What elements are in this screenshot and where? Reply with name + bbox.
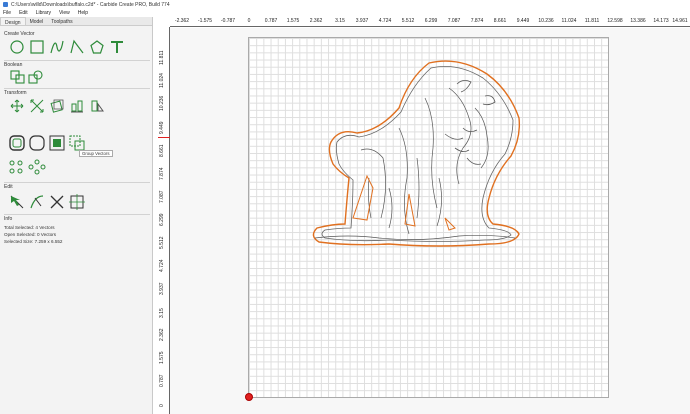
ruler-x-label: 14.961 [672, 18, 688, 24]
ruler-y-label: 6.299 [159, 213, 165, 226]
create-vector-title: Create Vector [4, 31, 35, 37]
menu-help[interactable]: Help [78, 10, 88, 16]
tab-toolpaths[interactable]: Toolpaths [47, 17, 76, 25]
ruler-y-label: 9.449 [159, 121, 165, 134]
tab-model[interactable]: Model [26, 17, 48, 25]
transform-section: Transform [4, 90, 150, 98]
menu-edit[interactable]: Edit [19, 10, 28, 16]
text-icon[interactable] [109, 39, 125, 55]
offset-icon[interactable] [8, 134, 26, 152]
ruler-y-label: 8.661 [159, 144, 165, 157]
boolean-title: Boolean [4, 62, 23, 68]
tooltip-group-vectors: Group Vectors [79, 150, 113, 157]
union-icon[interactable] [27, 69, 45, 85]
trim-icon[interactable] [28, 193, 46, 211]
divider [4, 88, 150, 89]
origin-icon[interactable] [245, 393, 253, 401]
ruler-x-label: 9.449 [516, 18, 530, 24]
mirror-icon[interactable] [89, 98, 105, 114]
ruler-y-label: 7.874 [159, 167, 165, 180]
ruler-x-label: 7.087 [447, 18, 461, 24]
tab-design[interactable]: Design [0, 17, 26, 26]
ruler-left: 11.811 11.024 10.236 9.449 8.661 7.874 7… [154, 27, 170, 414]
ruler-y-label: 11.811 [159, 50, 165, 65]
ruler-x-label: 13.386 [630, 18, 646, 24]
info-open-selected: Open Selected: 0 Vectors [4, 232, 57, 237]
ruler-y-label: 2.362 [159, 328, 165, 341]
fillet-icon[interactable] [28, 134, 46, 152]
ruler-x-label: 14.173 [653, 18, 669, 24]
info-section: Info Total Selected: 4 Vectors Open Sele… [4, 216, 150, 245]
ruler-y-label: 0.787 [159, 374, 165, 387]
stock-grid[interactable] [248, 37, 609, 398]
ruler-y-label: 10.236 [159, 95, 165, 111]
ruler-x-label: 11.811 [584, 18, 600, 24]
edit-section: Edit [4, 184, 150, 192]
node-edit-icon[interactable] [8, 193, 26, 211]
ruler-x-label: 3.937 [355, 18, 369, 24]
menu-view[interactable]: View [59, 10, 70, 16]
menu-bar: File Edit Library View Help [0, 9, 690, 17]
ruler-x-label: 11.024 [561, 18, 577, 24]
info-selected-size: Selected Size: 7.259 x 6.552 [4, 239, 63, 244]
ruler-x-label: 2.362 [309, 18, 323, 24]
weld-icon[interactable] [9, 69, 27, 85]
ruler-x-label: 0.787 [264, 18, 278, 24]
join-icon[interactable] [68, 193, 86, 211]
rectangle-icon[interactable] [29, 39, 45, 55]
divider [4, 182, 150, 183]
ruler-x-label: 5.512 [401, 18, 415, 24]
ruler-x-label: 7.874 [470, 18, 484, 24]
edit-title: Edit [4, 184, 13, 190]
scale-icon[interactable] [29, 98, 45, 114]
ruler-x-label: 12.598 [607, 18, 623, 24]
divider [4, 60, 150, 61]
menu-library[interactable]: Library [36, 10, 51, 16]
design-sidebar: Design Model Toolpaths Create Vector Boo… [0, 17, 153, 414]
ruler-y-label: 4.724 [159, 259, 165, 272]
menu-file[interactable]: File [3, 10, 11, 16]
info-total-selected: Total Selected: 4 Vectors [4, 225, 55, 230]
buffalo-vectors[interactable] [249, 38, 610, 399]
ruler-corner [154, 17, 170, 27]
divider [4, 214, 150, 215]
window-title: C:\Users\willd\Downloads\buffalo.c2d* - … [11, 1, 170, 8]
circle-icon[interactable] [9, 39, 25, 55]
ruler-y-label: 1.575 [159, 351, 165, 364]
ruler-x-label: -2.362 [174, 18, 190, 24]
ruler-y-label: 7.087 [159, 190, 165, 203]
group-icon[interactable] [48, 134, 66, 152]
ruler-x-label: 3.15 [335, 18, 345, 24]
curve-icon[interactable] [49, 39, 65, 55]
sidebar-tabs: Design Model Toolpaths [0, 17, 152, 26]
ruler-x-label: 0 [247, 18, 251, 24]
rotate-icon[interactable] [49, 98, 65, 114]
create-vector-section: Create Vector [4, 31, 150, 39]
transform-title: Transform [4, 90, 27, 96]
ruler-x-label: -1.575 [197, 18, 213, 24]
circular-array-icon[interactable] [28, 159, 46, 175]
info-title: Info [4, 216, 13, 222]
polygon-icon[interactable] [89, 39, 105, 55]
ruler-y-label: 0 [159, 404, 165, 407]
grid-array-icon[interactable] [8, 159, 26, 175]
ruler-y-label: 3.937 [159, 282, 165, 295]
ruler-top: -2.362 -1.575 -0.787 0 0.787 1.575 2.362… [170, 17, 690, 27]
ruler-x-label: 1.575 [286, 18, 300, 24]
ruler-x-label: 10.236 [538, 18, 554, 24]
cursor-marker [158, 137, 170, 138]
ruler-x-label: 6.299 [424, 18, 438, 24]
ruler-y-label: 3.15 [159, 308, 165, 318]
polyline-icon[interactable] [69, 39, 85, 55]
title-bar: C:\Users\willd\Downloads\buffalo.c2d* - … [0, 0, 690, 9]
move-icon[interactable] [9, 98, 25, 114]
ruler-x-label: 8.661 [493, 18, 507, 24]
ruler-x-label: 4.724 [378, 18, 392, 24]
ruler-y-label: 5.512 [159, 236, 165, 249]
app-icon [3, 2, 8, 7]
ruler-x-label: -0.787 [220, 18, 236, 24]
ruler-y-label: 11.024 [159, 73, 165, 88]
cut-icon[interactable] [48, 193, 66, 211]
align-icon[interactable] [69, 98, 85, 114]
